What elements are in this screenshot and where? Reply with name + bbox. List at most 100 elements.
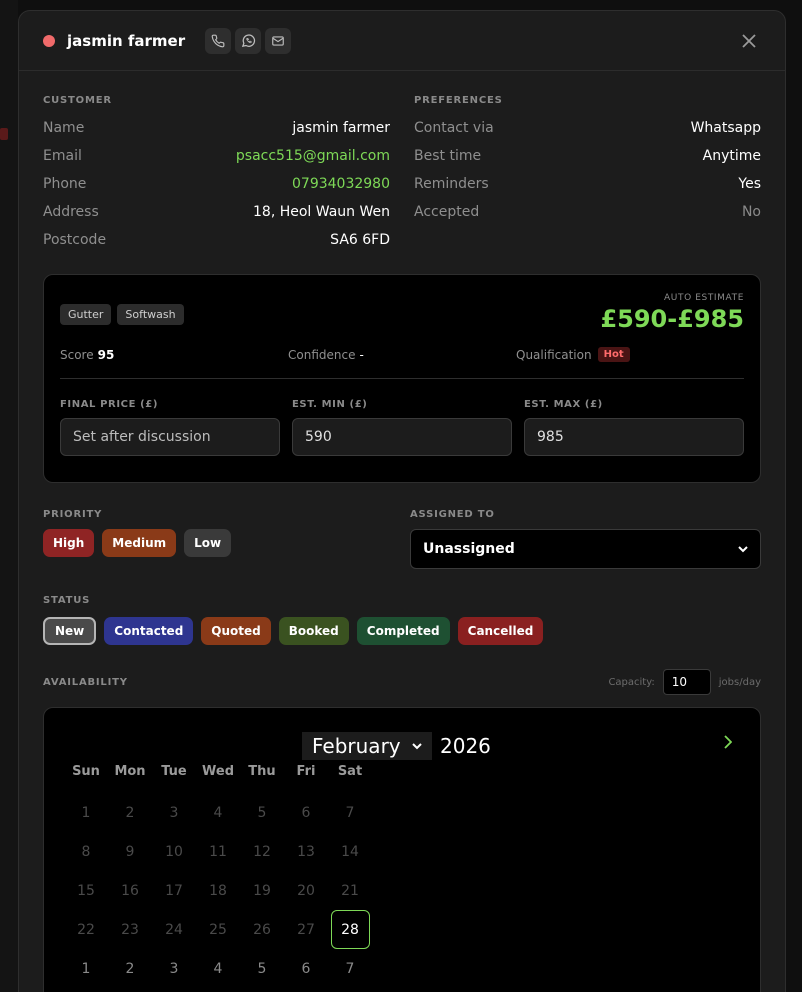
day-cell: 1 (81, 804, 91, 821)
pref-row-reminders: Reminders Yes (414, 170, 761, 198)
capacity-label: Capacity: (608, 676, 655, 688)
qualification: Qualification Hot (516, 347, 744, 362)
day-cell-selected[interactable]: 28 (330, 910, 370, 949)
priority-section: PRIORITY High Medium Low (43, 509, 410, 569)
next-month-button[interactable] (724, 734, 733, 753)
customer-postcode-value: SA6 6FD (330, 232, 390, 248)
qualification-badge: Hot (597, 347, 630, 362)
day-cell-next-month[interactable]: 4 (196, 961, 240, 977)
month-value: February (312, 734, 401, 758)
lead-name-title: jasmin farmer (67, 31, 186, 50)
divider (60, 378, 744, 379)
lead-detail-modal: jasmin farmer CUSTOMER Name jasmin farmer… (18, 10, 786, 992)
pref-value: Anytime (702, 148, 761, 164)
day-cell: 13 (297, 843, 315, 860)
final-price-input[interactable] (60, 418, 280, 456)
customer-label: CUSTOMER (43, 95, 112, 106)
status-label: STATUS (43, 595, 91, 606)
chevron-down-icon (412, 743, 422, 750)
info-key: Phone (43, 176, 87, 192)
day-cell: 20 (297, 882, 315, 899)
priority-medium-button[interactable]: Medium (102, 529, 177, 557)
status-booked-button[interactable]: Booked (278, 617, 349, 645)
info-key: Contact via (414, 120, 494, 136)
day-cell: 8 (81, 843, 91, 860)
status-new-button[interactable]: New (43, 617, 97, 645)
info-key: Best time (414, 148, 482, 164)
close-button[interactable] (737, 29, 761, 53)
preferences-label: PREFERENCES (414, 95, 503, 106)
weekday: Fri (296, 764, 316, 779)
info-key: Email (43, 148, 82, 164)
week-row: 1 2 3 4 5 6 7 (64, 793, 372, 832)
info-key: Postcode (43, 232, 107, 248)
status-completed-button[interactable]: Completed (356, 617, 450, 645)
auto-estimate: AUTO ESTIMATE £590-£985 (600, 293, 744, 333)
call-button[interactable] (205, 27, 232, 54)
day-cell: 7 (345, 804, 355, 821)
day-cell: 12 (253, 843, 271, 860)
customer-row-address: Address 18, Heol Waun Wen (43, 198, 390, 226)
capacity-control: Capacity: 10 jobs/day (608, 669, 761, 695)
day-cell-next-month[interactable]: 5 (240, 961, 284, 977)
day-cell: 19 (253, 882, 271, 899)
status-section: STATUS New Contacted Quoted Booked Compl… (43, 595, 761, 645)
status-contacted-button[interactable]: Contacted (104, 617, 194, 645)
day-cell-next-month[interactable]: 2 (108, 961, 152, 977)
customer-email-link[interactable]: psacc515@gmail.com (236, 148, 390, 164)
weekday-header: Sun Mon Tue Wed Thu Fri Sat (64, 764, 372, 782)
weekday: Sun (72, 764, 100, 779)
month-select[interactable]: February (302, 732, 432, 760)
status-cancelled-button[interactable]: Cancelled (457, 617, 544, 645)
mail-icon (272, 35, 284, 46)
day-cell: 9 (125, 843, 135, 860)
weekday: Wed (202, 764, 234, 779)
week-row: 1 2 3 4 5 6 7 (64, 949, 372, 988)
info-key: Reminders (414, 176, 489, 192)
day-cell: 3 (169, 804, 179, 821)
day-cell: 17 (165, 882, 183, 899)
day-cell: 27 (297, 921, 315, 938)
day-cell: 11 (209, 843, 227, 860)
score-value: 95 (97, 347, 115, 362)
day-cell-next-month[interactable]: 7 (328, 961, 372, 977)
assigned-section: ASSIGNED TO Unassigned (410, 509, 761, 569)
confidence-label: Confidence (288, 347, 356, 362)
day-cell: 2 (125, 804, 135, 821)
est-max-input[interactable] (524, 418, 744, 456)
capacity-unit: jobs/day (718, 676, 761, 688)
est-min-input[interactable] (292, 418, 512, 456)
email-button[interactable] (265, 27, 292, 54)
day-cell: 6 (301, 804, 311, 821)
pref-value: No (741, 204, 761, 220)
assigned-label: ASSIGNED TO (410, 509, 495, 520)
capacity-input[interactable]: 10 (662, 669, 711, 695)
day-cell-next-month[interactable]: 6 (284, 961, 328, 977)
customer-phone-link[interactable]: 07934032980 (292, 176, 390, 192)
est-min-label: EST. MIN (£) (292, 399, 368, 410)
availability-calendar: February 20 2 6 Sun Mon Tue Wed Thu Fri Sa… (43, 707, 761, 992)
whatsapp-icon (241, 34, 255, 47)
day-cell-next-month[interactable]: 3 (152, 961, 196, 977)
chevron-right-icon (724, 735, 733, 749)
customer-section: CUSTOMER Name jasmin farmer Email psacc515… (43, 95, 390, 254)
status-quoted-button[interactable]: Quoted (201, 617, 271, 645)
customer-row-postcode: Postcode SA6 6FD (43, 226, 390, 254)
priority-low-button[interactable]: Low (184, 529, 232, 557)
assignee-select[interactable]: Unassigned (410, 529, 761, 569)
est-max-label: EST. MAX (£) (524, 399, 603, 410)
chevron-down-icon (738, 546, 748, 553)
confidence-value: - (359, 347, 364, 362)
customer-row-email: Email psacc515@gmail.com (43, 142, 390, 170)
priority-high-button[interactable]: High (43, 529, 95, 557)
week-row: 22 23 24 25 26 27 28 (64, 910, 372, 949)
day-cell: 15 (77, 882, 95, 899)
backdrop-marker (0, 128, 8, 140)
whatsapp-button[interactable] (235, 27, 262, 54)
estimate-panel: Gutter Softwash AUTO ESTIMATE £590-£985 … (43, 274, 761, 483)
day-cell: 16 (121, 882, 139, 899)
lead-metrics: Score 95 Confidence - Qualification Hot (60, 347, 744, 362)
pref-row-contact: Contact via Whatsapp (414, 114, 761, 142)
day-cell-next-month[interactable]: 1 (64, 961, 108, 977)
pref-row-time: Best time Anytime (414, 142, 761, 170)
